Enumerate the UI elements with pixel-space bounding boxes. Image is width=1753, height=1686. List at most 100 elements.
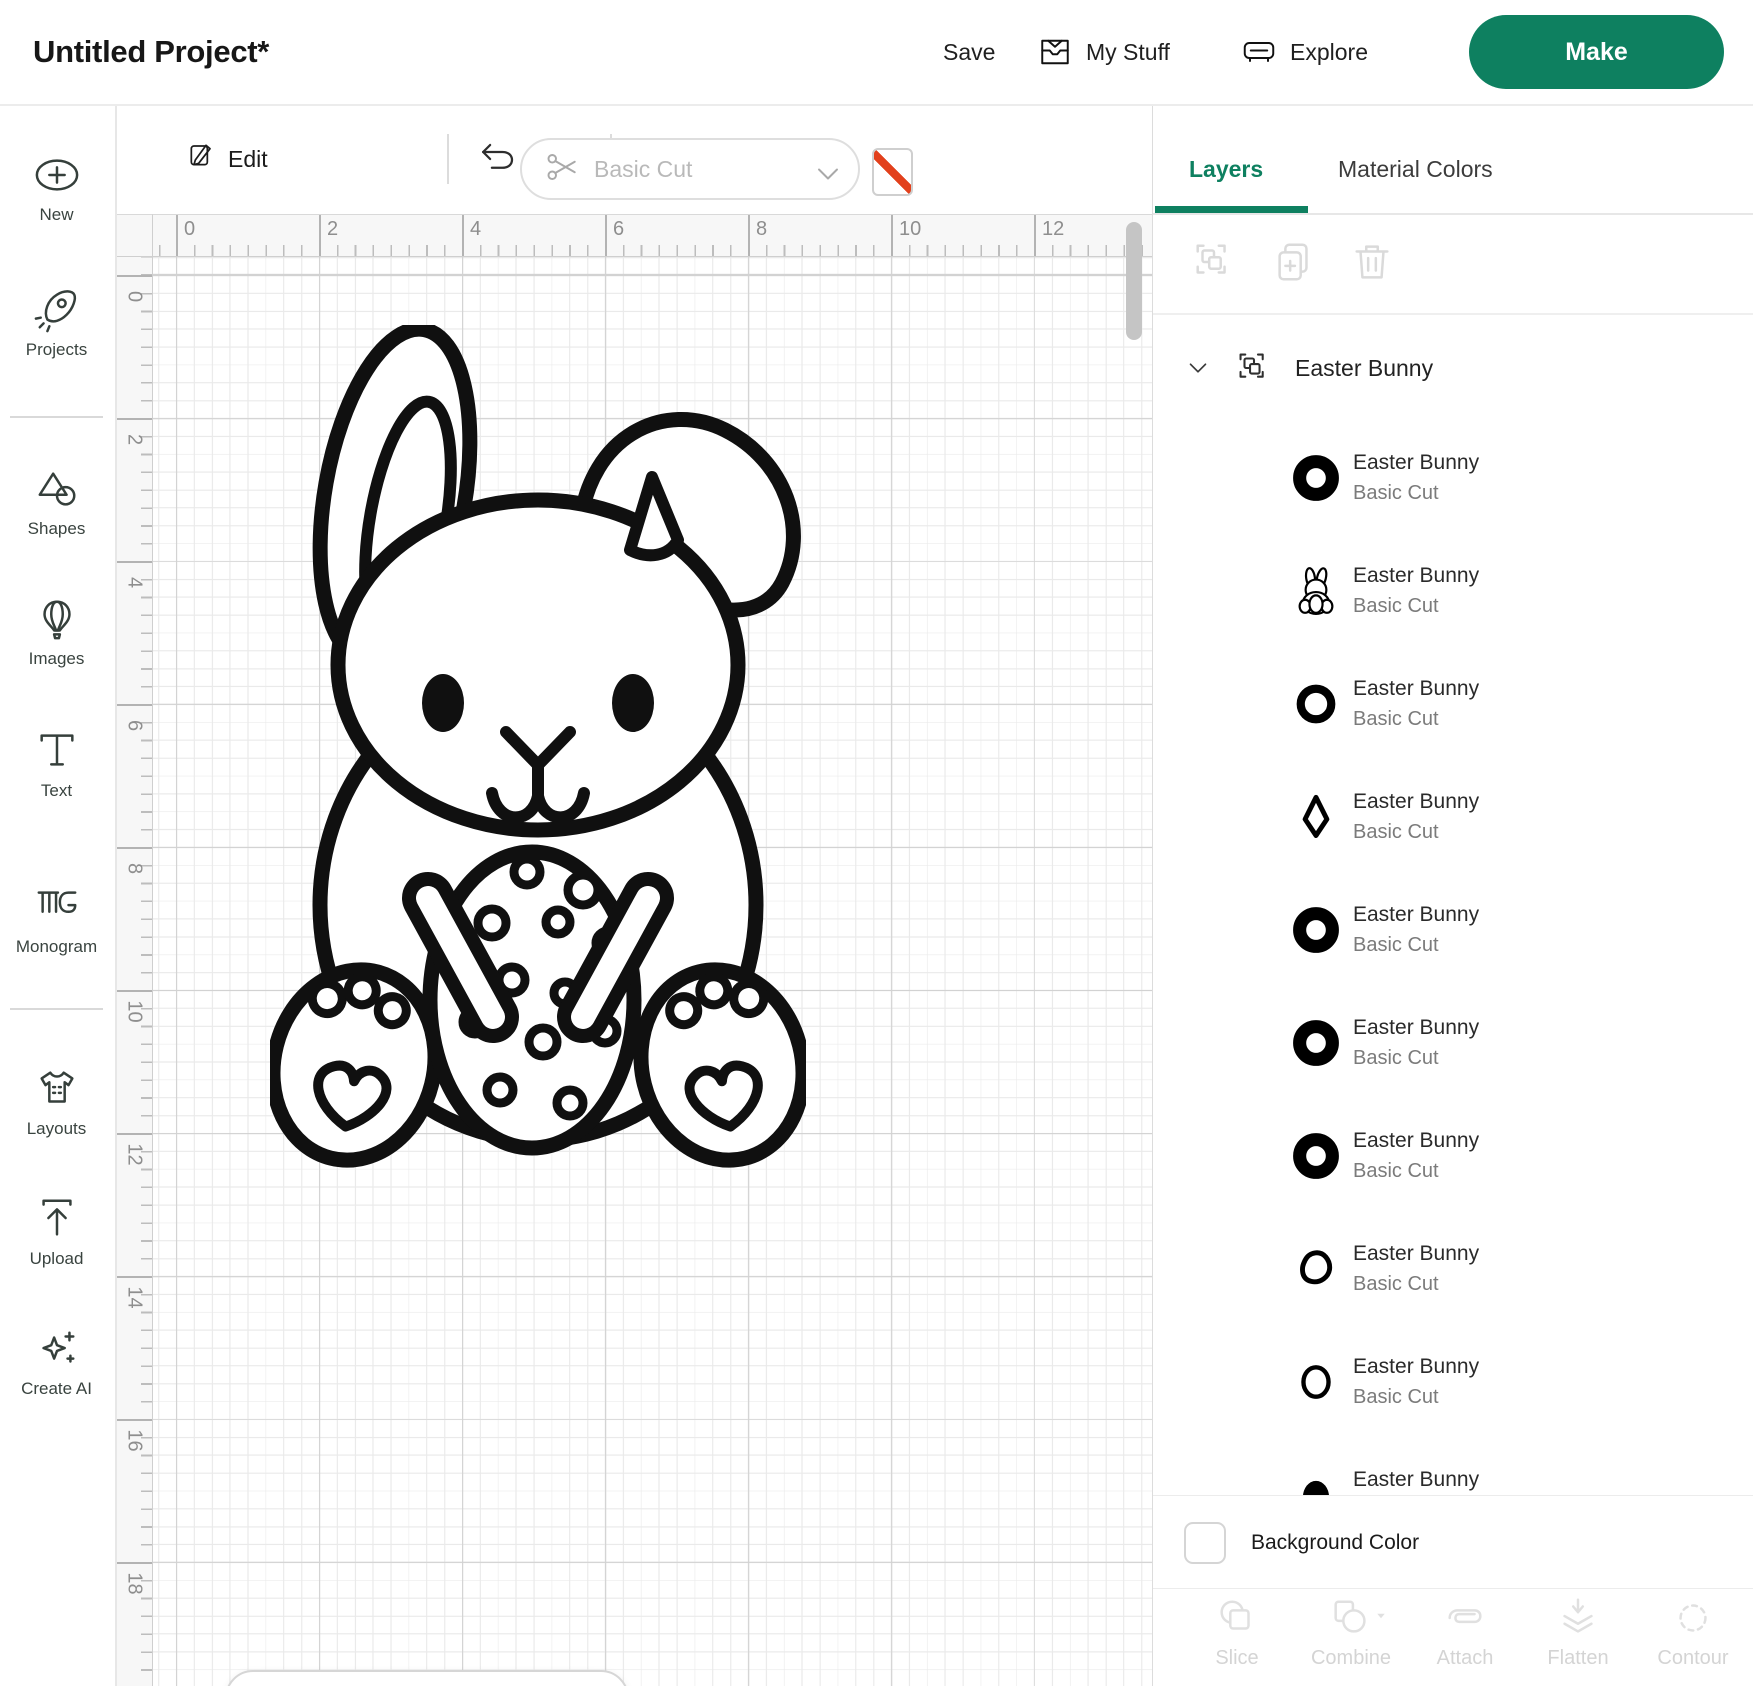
- app-header: Untitled Project* Save My Stuff Explore Ma…: [0, 0, 1753, 106]
- ruler-tick: [605, 215, 607, 256]
- sidebar-item-new[interactable]: New: [0, 152, 113, 225]
- combine-button[interactable]: Combine: [1296, 1595, 1406, 1670]
- scissors-icon: [544, 149, 580, 185]
- sidebar-item-monogram[interactable]: Monogram: [0, 884, 113, 957]
- group-icon: [1235, 349, 1273, 387]
- layer-name: Easter Bunny: [1353, 1355, 1479, 1379]
- ruler-ticks: [152, 245, 1152, 256]
- ruler-tick: [116, 1562, 152, 1564]
- linetype-label: Basic Cut: [594, 156, 796, 183]
- undo-button[interactable]: [477, 138, 519, 180]
- ruler-label: 2: [123, 422, 146, 458]
- linetype-select[interactable]: Basic Cut: [520, 138, 860, 200]
- vertical-ruler: 024681012141618: [116, 255, 153, 1686]
- layer-name: Easter Bunny: [1353, 790, 1479, 814]
- sidebar-item-text[interactable]: Text: [0, 728, 113, 801]
- flatten-button[interactable]: Flatten: [1523, 1595, 1633, 1670]
- layer-group-header[interactable]: Easter Bunny: [1153, 342, 1753, 394]
- easter-bunny-artwork[interactable]: [270, 325, 806, 1175]
- sidebar-item-label: Projects: [0, 340, 113, 360]
- canvas-scrollbar[interactable]: [1126, 222, 1142, 340]
- toolbar-item-label: Contour: [1638, 1647, 1748, 1670]
- layer-thumbnail-ring-thick: [1292, 454, 1340, 502]
- panel-bottom-toolbar: SliceCombineAttachFlattenContour: [1153, 1588, 1753, 1686]
- layer-operation: Basic Cut: [1353, 934, 1479, 957]
- group-select-button[interactable]: [1191, 239, 1237, 285]
- layer-row[interactable]: Easter Bunny Basic Cut: [1153, 659, 1753, 749]
- menu-label: Save: [943, 39, 995, 66]
- shapes-icon: [34, 466, 80, 512]
- make-button[interactable]: Make: [1469, 15, 1724, 89]
- menu-label: Explore: [1290, 39, 1368, 66]
- contour-icon: [1670, 1595, 1716, 1641]
- header-menu-save[interactable]: Save: [943, 0, 995, 104]
- ruler-label: 14: [123, 1280, 146, 1316]
- layer-operation: Basic Cut: [1353, 1160, 1479, 1183]
- ruler-tick: [116, 275, 152, 277]
- layer-row[interactable]: Easter BunnyBasic Cut: [1153, 1337, 1753, 1427]
- chevron-down-icon[interactable]: [1183, 353, 1213, 383]
- layer-row[interactable]: Easter Bunny Basic Cut: [1153, 1111, 1753, 1201]
- sidebar-item-label: Layouts: [0, 1119, 113, 1139]
- ruler-label: 4: [470, 218, 481, 241]
- project-title: Untitled Project*: [33, 0, 269, 104]
- sidebar-item-projects[interactable]: Projects: [0, 287, 113, 360]
- chevron-down-icon: [810, 156, 836, 182]
- sidebar-divider: [10, 1008, 103, 1010]
- sidebar-item-create-ai[interactable]: Create AI: [0, 1326, 113, 1399]
- ruler-label: 12: [1042, 218, 1064, 241]
- layer-group-label: Easter Bunny: [1295, 355, 1433, 382]
- sidebar-item-layouts[interactable]: Layouts: [0, 1066, 113, 1139]
- ruler-tick: [116, 561, 152, 563]
- ruler-tick: [116, 847, 152, 849]
- layer-name: Easter Bunny: [1353, 1016, 1479, 1040]
- layer-row[interactable]: Easter BunnyBasic Cut: [1153, 885, 1753, 975]
- duplicate-icon: [1271, 239, 1317, 285]
- color-swatch-button[interactable]: [872, 148, 913, 196]
- attach-button[interactable]: Attach: [1410, 1595, 1520, 1670]
- ruler-corner: [116, 214, 153, 257]
- layer-row[interactable]: Easter BunnyBasic Cut: [1153, 772, 1753, 862]
- edit-icon: [186, 140, 218, 172]
- sidebar-item-images[interactable]: Images: [0, 596, 113, 669]
- layer-operation: Basic Cut: [1353, 708, 1479, 731]
- layer-operation: Basic Cut: [1353, 595, 1479, 618]
- flatten-icon: [1555, 1595, 1601, 1641]
- panel-divider: [1153, 313, 1753, 315]
- layer-row[interactable]: Easter BunnyBasic Cut: [1153, 433, 1753, 523]
- background-color-bar: Background Color: [1153, 1495, 1753, 1589]
- delete-button[interactable]: [1349, 239, 1395, 285]
- tab-layers[interactable]: Layers: [1189, 144, 1263, 194]
- canvas-toolbar: Edit Basic Cut: [116, 104, 1152, 214]
- ruler-tick: [748, 215, 750, 256]
- layer-name: Easter Bunny: [1353, 1129, 1479, 1153]
- layers-panel: Layers Material Colors Easter Bunny East…: [1152, 104, 1753, 1686]
- layer-row[interactable]: Easter BunnyBasic Cut: [1153, 998, 1753, 1088]
- tab-material-colors[interactable]: Material Colors: [1338, 144, 1493, 194]
- ruler-label: 8: [756, 218, 767, 241]
- header-menu-explore[interactable]: Explore: [1241, 0, 1368, 104]
- caret-down-icon: [1372, 1607, 1390, 1625]
- sidebar-item-upload[interactable]: Upload: [0, 1196, 113, 1269]
- ruler-label: 10: [899, 218, 921, 241]
- edit-button[interactable]: Edit: [186, 104, 268, 214]
- background-color-swatch[interactable]: [1184, 1522, 1226, 1564]
- ruler-label: 4: [123, 565, 146, 601]
- layer-thumbnail-blob: [1292, 1245, 1340, 1293]
- zoom-bar[interactable]: [225, 1670, 629, 1686]
- duplicate-button[interactable]: [1271, 239, 1317, 285]
- sidebar-item-shapes[interactable]: Shapes: [0, 466, 113, 539]
- layer-row[interactable]: Easter BunnyBasic Cut: [1153, 1224, 1753, 1314]
- toolbar-divider: [447, 134, 449, 184]
- edit-icon: [186, 140, 218, 178]
- ruler-tick: [116, 704, 152, 706]
- slice-button[interactable]: Slice: [1182, 1595, 1292, 1670]
- canvas-grid[interactable]: [152, 255, 1152, 1686]
- contour-button[interactable]: Contour: [1638, 1595, 1748, 1670]
- layer-row[interactable]: Easter BunnyBasic Cut: [1153, 546, 1753, 636]
- sidebar-item-label: Upload: [0, 1249, 113, 1269]
- header-menu-my-stuff[interactable]: My Stuff: [1037, 0, 1170, 104]
- ruler-label: 6: [123, 708, 146, 744]
- ruler-tick: [1034, 215, 1036, 256]
- layer-name: Easter Bunny: [1353, 677, 1479, 701]
